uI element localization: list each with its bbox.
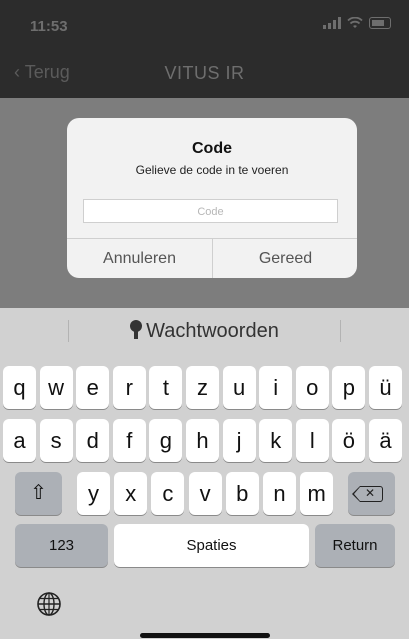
home-indicator[interactable] xyxy=(140,633,270,638)
key-k[interactable]: k xyxy=(259,419,293,462)
passwords-suggestion[interactable]: Wachtwoorden xyxy=(0,320,409,343)
key-r[interactable]: r xyxy=(112,366,146,409)
key-l[interactable]: l xyxy=(295,419,329,462)
numbers-key[interactable]: 123 xyxy=(15,524,108,567)
alert-message: Gelieve de code in te voeren xyxy=(135,163,289,177)
screen: 11:53 ‹ Terug VITUS IR Code Gelieve de c… xyxy=(0,0,409,639)
top-bar: 11:53 ‹ Terug VITUS IR xyxy=(0,0,409,98)
key-i[interactable]: i xyxy=(259,366,293,409)
key-e[interactable]: e xyxy=(76,366,110,409)
key-v[interactable]: v xyxy=(188,472,222,515)
signal-icon xyxy=(323,17,341,29)
key-icon xyxy=(130,320,143,340)
key-ö[interactable]: ö xyxy=(332,419,366,462)
key-u[interactable]: u xyxy=(222,366,256,409)
key-f[interactable]: f xyxy=(112,419,146,462)
key-h[interactable]: h xyxy=(186,419,219,462)
status-icons xyxy=(323,17,391,29)
return-key[interactable]: Return xyxy=(315,524,395,567)
key-x[interactable]: x xyxy=(114,472,148,515)
key-b[interactable]: b xyxy=(225,472,259,515)
code-input[interactable]: Code xyxy=(83,199,338,223)
key-j[interactable]: j xyxy=(222,419,256,462)
key-z[interactable]: z xyxy=(186,366,219,409)
key-g[interactable]: g xyxy=(149,419,183,462)
battery-icon xyxy=(369,17,391,29)
space-key[interactable]: Spaties xyxy=(114,524,309,567)
key-t[interactable]: t xyxy=(149,366,183,409)
code-alert-dialog: Code Gelieve de code in te voeren Code A… xyxy=(67,118,357,278)
key-c[interactable]: c xyxy=(151,472,185,515)
backspace-key[interactable]: ✕ xyxy=(348,472,395,515)
key-w[interactable]: w xyxy=(39,366,73,409)
shift-key[interactable]: ⇧ xyxy=(15,472,62,515)
key-o[interactable]: o xyxy=(295,366,329,409)
key-y[interactable]: y xyxy=(77,472,110,515)
key-s[interactable]: s xyxy=(39,419,73,462)
key-a[interactable]: a xyxy=(3,419,36,462)
suggestion-bar[interactable]: Wachtwoorden xyxy=(0,308,409,354)
key-n[interactable]: n xyxy=(263,472,296,515)
cancel-button[interactable]: Annuleren xyxy=(67,239,212,278)
globe-icon[interactable] xyxy=(36,591,62,617)
key-q[interactable]: q xyxy=(3,366,36,409)
page-title: VITUS IR xyxy=(164,63,245,83)
key-ü[interactable]: ü xyxy=(369,366,402,409)
done-button[interactable]: Gereed xyxy=(213,239,357,278)
shift-icon: ⇧ xyxy=(30,482,47,504)
key-d[interactable]: d xyxy=(76,419,110,462)
wifi-icon xyxy=(347,17,363,28)
suggestion-label: Wachtwoorden xyxy=(146,320,279,342)
backspace-icon: ✕ xyxy=(352,485,383,503)
keyboard: Wachtwoorden qwertzuiopü asdfghjklöä yxc… xyxy=(0,308,409,639)
key-ä[interactable]: ä xyxy=(369,419,402,462)
key-m[interactable]: m xyxy=(300,472,334,515)
alert-title: Code xyxy=(192,140,232,157)
key-p[interactable]: p xyxy=(332,366,366,409)
status-time: 11:53 xyxy=(30,18,68,35)
